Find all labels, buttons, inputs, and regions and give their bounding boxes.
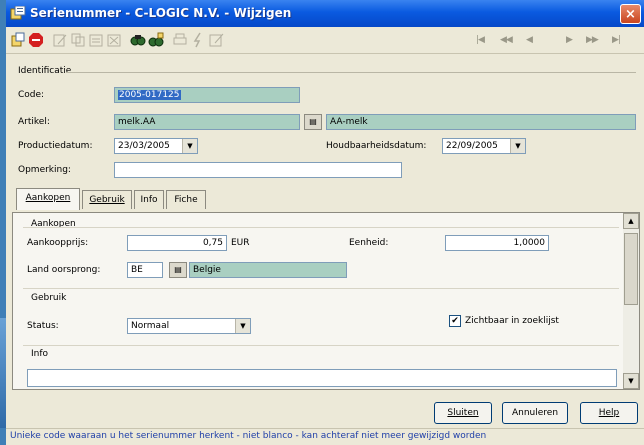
tab-label: Gebruik bbox=[89, 195, 125, 205]
window-title: Serienummer - C-LOGIC N.V. - Wijzigen bbox=[30, 6, 292, 20]
houdbaarheidsdatum-value: 22/09/2005 bbox=[446, 141, 498, 151]
status-bar-text: Unieke code waaraan u het serienummer he… bbox=[10, 431, 487, 441]
annuleren-label: Annuleren bbox=[511, 408, 559, 418]
artikel-description-field: AA-melk bbox=[326, 114, 636, 130]
aankoopprijs-label: Aankoopprijs: bbox=[27, 238, 89, 248]
delete-icon[interactable] bbox=[106, 32, 122, 48]
artikel-lookup-button[interactable]: ▤ bbox=[304, 114, 322, 130]
houdbaarheidsdatum-field[interactable]: 22/09/2005 ▼ bbox=[442, 138, 526, 154]
stop-icon[interactable] bbox=[28, 32, 44, 48]
tab-info[interactable]: Info bbox=[134, 190, 164, 209]
tab-aankopen[interactable]: Aankopen bbox=[16, 188, 80, 210]
land-lookup-button[interactable]: ▤ bbox=[169, 262, 187, 278]
info-textarea[interactable] bbox=[27, 369, 617, 387]
productiedatum-label: Productiedatum: bbox=[18, 141, 93, 151]
edit-icon[interactable] bbox=[52, 32, 68, 48]
identificatie-divider bbox=[66, 72, 636, 73]
status-label: Status: bbox=[27, 321, 59, 331]
scroll-up-icon[interactable]: ▲ bbox=[623, 213, 639, 229]
flash-icon[interactable] bbox=[190, 32, 206, 48]
tab-fiche[interactable]: Fiche bbox=[166, 190, 206, 209]
scroll-thumb[interactable] bbox=[624, 233, 638, 305]
copy-icon[interactable] bbox=[70, 32, 86, 48]
app-icon bbox=[10, 6, 26, 20]
chevron-down-icon[interactable]: ▼ bbox=[182, 139, 197, 153]
aankoopprijs-field[interactable]: 0,75 bbox=[127, 235, 227, 251]
search-icon[interactable] bbox=[130, 32, 146, 48]
eenheid-field[interactable]: 1,0000 bbox=[445, 235, 549, 251]
artikel-field[interactable]: melk.AA bbox=[114, 114, 300, 130]
land-name-value: Belgie bbox=[193, 265, 221, 275]
aankoopprijs-value: 0,75 bbox=[202, 238, 223, 248]
chevron-down-icon[interactable]: ▼ bbox=[235, 319, 250, 333]
code-value: 2005-017125 bbox=[118, 90, 181, 100]
status-dropdown[interactable]: Normaal ▼ bbox=[127, 318, 251, 334]
tab-label: Aankopen bbox=[25, 193, 71, 203]
zichtbaar-label: Zichtbaar in zoeklijst bbox=[465, 316, 559, 326]
first-icon[interactable]: |◀ bbox=[476, 35, 485, 45]
aankopen-divider bbox=[23, 227, 619, 228]
note-icon[interactable] bbox=[208, 32, 224, 48]
sluiten-button[interactable]: Sluiten bbox=[434, 402, 492, 424]
artikel-value: melk.AA bbox=[118, 117, 156, 127]
houdbaarheidsdatum-label: Houdbaarheidsdatum: bbox=[326, 141, 427, 151]
opmerking-field[interactable] bbox=[114, 162, 402, 178]
next-page-icon[interactable]: ▶▶ bbox=[586, 35, 599, 45]
identificatie-group-label: Identificatie bbox=[18, 66, 72, 76]
productiedatum-field[interactable]: 23/03/2005 ▼ bbox=[114, 138, 198, 154]
annuleren-button[interactable]: Annuleren bbox=[502, 402, 568, 424]
info-divider bbox=[23, 345, 619, 346]
new-icon[interactable] bbox=[10, 32, 26, 48]
search-filter-icon[interactable] bbox=[148, 32, 164, 48]
code-field[interactable]: 2005-017125 bbox=[114, 87, 300, 103]
scroll-down-icon[interactable]: ▼ bbox=[623, 373, 639, 389]
status-bar: Unieke code waaraan u het serienummer he… bbox=[6, 428, 644, 445]
artikel-label: Artikel: bbox=[18, 117, 50, 127]
title-bar[interactable]: Serienummer - C-LOGIC N.V. - Wijzigen × bbox=[6, 0, 644, 27]
toolbar: |◀ ◀◀ ◀ ▶ ▶▶ ▶| bbox=[6, 27, 644, 54]
close-button[interactable]: × bbox=[620, 4, 641, 24]
help-label: Help bbox=[598, 408, 620, 418]
land-code-value: BE bbox=[131, 265, 143, 275]
land-code-field[interactable]: BE bbox=[127, 262, 163, 278]
previous-page-icon[interactable]: ◀◀ bbox=[500, 35, 513, 45]
close-icon: × bbox=[625, 7, 636, 22]
aankopen-panel: Aankopen Aankoopprijs: 0,75 EUR Eenheid:… bbox=[12, 212, 640, 390]
land-oorsprong-label: Land oorsprong: bbox=[27, 265, 101, 275]
gebruik-divider bbox=[23, 288, 619, 289]
status-value: Normaal bbox=[131, 321, 170, 331]
sluiten-label: Sluiten bbox=[447, 408, 479, 418]
info-group-label: Info bbox=[31, 349, 49, 359]
eenheid-value: 1,0000 bbox=[513, 238, 546, 248]
previous-icon[interactable]: ◀ bbox=[526, 35, 533, 45]
currency-label: EUR bbox=[231, 238, 250, 248]
zichtbaar-checkbox[interactable]: ✔ bbox=[449, 315, 461, 327]
productiedatum-value: 23/03/2005 bbox=[118, 141, 170, 151]
lookup-icon: ▤ bbox=[174, 265, 182, 274]
print-icon[interactable] bbox=[172, 32, 188, 48]
code-label: Code: bbox=[18, 90, 45, 100]
paste-icon[interactable] bbox=[88, 32, 104, 48]
lookup-icon: ▤ bbox=[309, 117, 317, 126]
gebruik-group-label: Gebruik bbox=[31, 293, 67, 303]
tab-label: Fiche bbox=[174, 195, 198, 205]
land-name-field: Belgie bbox=[189, 262, 347, 278]
next-icon[interactable]: ▶ bbox=[566, 35, 573, 45]
eenheid-label: Eenheid: bbox=[349, 238, 389, 248]
opmerking-label: Opmerking: bbox=[18, 165, 71, 175]
chevron-down-icon[interactable]: ▼ bbox=[510, 139, 525, 153]
tab-label: Info bbox=[140, 195, 158, 205]
help-button[interactable]: Help bbox=[580, 402, 638, 424]
serienummer-window: Serienummer - C-LOGIC N.V. - Wijzigen × bbox=[6, 0, 644, 445]
tab-gebruik[interactable]: Gebruik bbox=[82, 190, 132, 209]
checkmark-icon: ✔ bbox=[451, 316, 459, 326]
artikel-description: AA-melk bbox=[330, 117, 368, 127]
panel-scrollbar[interactable]: ▲ ▼ bbox=[623, 213, 639, 389]
last-icon[interactable]: ▶| bbox=[612, 35, 621, 45]
